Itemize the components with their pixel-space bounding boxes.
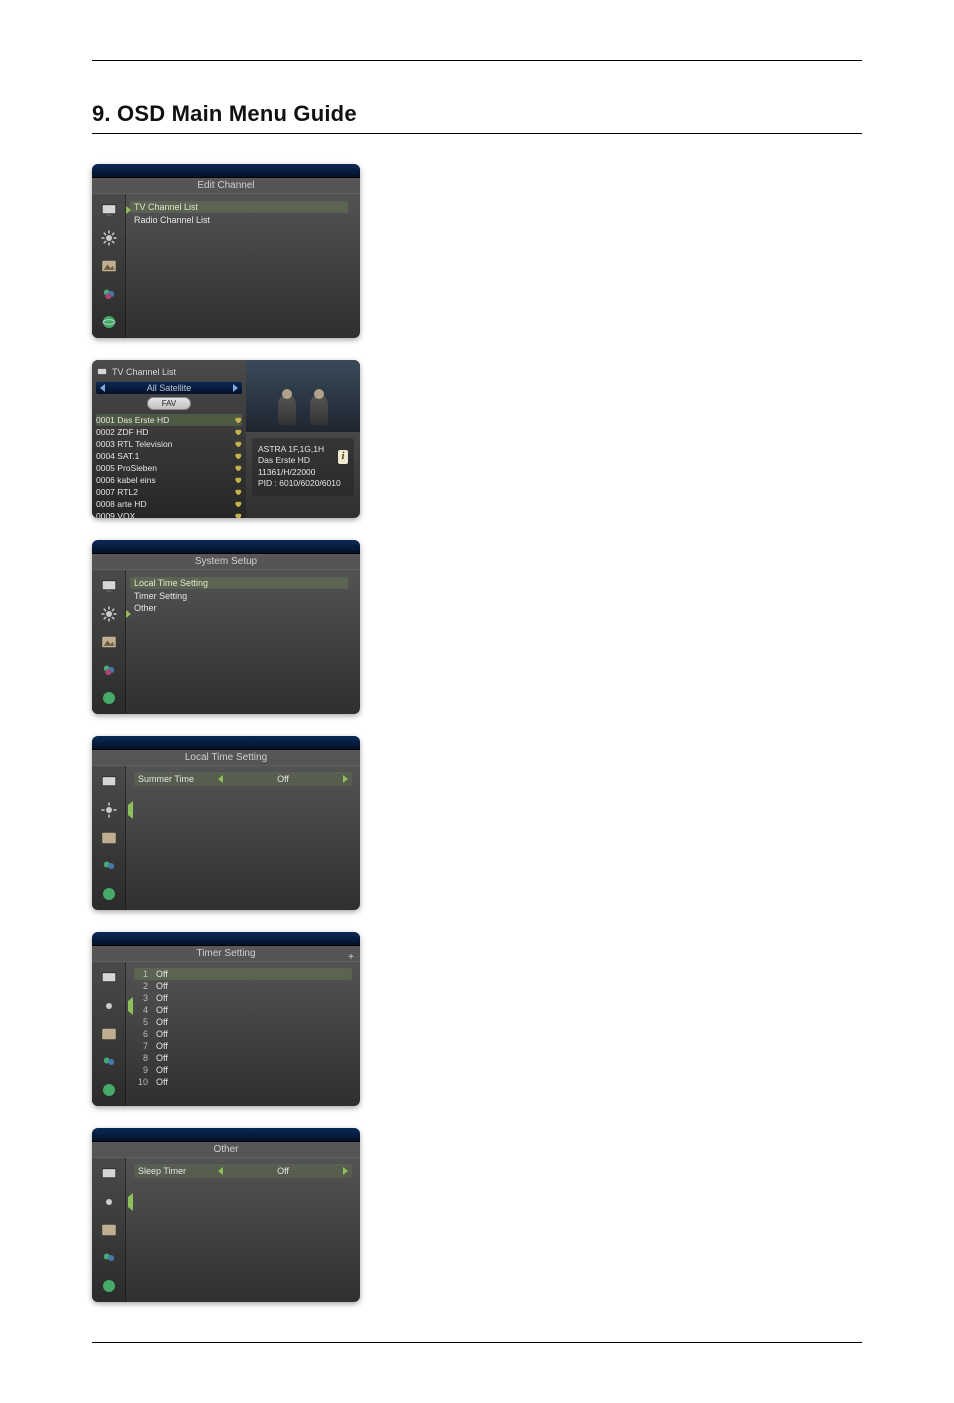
globe-icon — [99, 1276, 119, 1296]
back-pointer-icon — [128, 1193, 133, 1211]
screenshot-local-time-setting: Local Time Setting Summer Time Off — [92, 736, 360, 910]
globe-icon — [99, 884, 119, 904]
option-sleep-timer[interactable]: Sleep Timer Off — [134, 1164, 352, 1178]
picture-icon — [99, 828, 119, 848]
timer-row[interactable]: 5Off — [134, 1016, 352, 1028]
option-label: Summer Time — [138, 774, 212, 784]
heart-icon — [234, 440, 242, 448]
heart-icon — [234, 428, 242, 436]
info-pid: PID : 6010/6020/6010 — [258, 478, 348, 489]
option-value: Off — [229, 774, 337, 784]
preview-video — [246, 360, 360, 432]
globe-icon — [99, 1080, 119, 1100]
screenshot-caption: Edit Channel — [92, 178, 360, 194]
chevron-left-icon[interactable] — [218, 1167, 223, 1175]
option-summer-time[interactable]: Summer Time Off — [134, 772, 352, 786]
menu-item-other[interactable]: Other — [134, 602, 352, 614]
info-icon: i — [338, 450, 348, 464]
left-icon-rail — [92, 766, 126, 910]
channel-row[interactable]: 0008 arte HD — [96, 498, 242, 510]
timer-row[interactable]: 6Off — [134, 1028, 352, 1040]
option-value: Off — [229, 1166, 337, 1176]
globe-icon — [99, 312, 119, 332]
page-title: 9. OSD Main Menu Guide — [92, 101, 862, 127]
channel-row[interactable]: 0005 ProSieben — [96, 462, 242, 474]
screenshot-caption: System Setup — [92, 554, 360, 570]
timer-row[interactable]: 3Off — [134, 992, 352, 1004]
menu-item-radio-channel-list[interactable]: Radio Channel List — [134, 214, 352, 226]
back-pointer-icon — [128, 801, 133, 819]
menu-item-timer-setting[interactable]: Timer Setting — [134, 590, 352, 602]
channel-row[interactable]: 0006 kabel eins — [96, 474, 242, 486]
palette-icon — [99, 856, 119, 876]
channel-rows: 0001 Das Erste HD 0002 ZDF HD 0003 RTL T… — [96, 414, 242, 518]
plus-icon[interactable]: + — [348, 952, 354, 963]
timer-row[interactable]: 2Off — [134, 980, 352, 992]
chevron-right-icon[interactable] — [343, 1167, 348, 1175]
heart-icon — [234, 512, 242, 518]
heart-icon — [234, 416, 242, 424]
left-icon-rail — [92, 1158, 126, 1302]
channel-info-box: ASTRA 1F,1G,1H Das Erste HD 11361/H/2200… — [252, 438, 354, 496]
selected-pointer-icon — [126, 206, 131, 214]
channel-row[interactable]: 0002 ZDF HD — [96, 426, 242, 438]
timer-row[interactable]: 8Off — [134, 1052, 352, 1064]
tv-icon — [99, 200, 119, 220]
heart-icon — [234, 476, 242, 484]
channel-row[interactable]: 0001 Das Erste HD — [96, 414, 242, 426]
menu-item-tv-channel-list[interactable]: TV Channel List — [134, 200, 352, 214]
globe-icon — [99, 688, 119, 708]
screenshot-tv-channel-list: TV Channel List All Satellite FAV 0001 D… — [92, 360, 360, 518]
timer-row[interactable]: 10Off — [134, 1076, 352, 1088]
fav-pill[interactable]: FAV — [147, 397, 191, 410]
chevron-left-icon[interactable] — [218, 775, 223, 783]
screenshot-edit-channel: Edit Channel TV Channel List Radio Chann… — [92, 164, 360, 338]
screenshot-timer-setting: Timer Setting + 1Off 2Off 3Off 4Off 5Off… — [92, 932, 360, 1106]
back-pointer-icon — [128, 997, 133, 1015]
screenshot-caption: Other — [92, 1142, 360, 1158]
heart-icon — [234, 464, 242, 472]
chevron-right-icon[interactable] — [343, 775, 348, 783]
tv-icon — [99, 1164, 119, 1184]
tv-icon — [99, 576, 119, 596]
channel-row[interactable]: 0004 SAT.1 — [96, 450, 242, 462]
palette-icon — [99, 1052, 119, 1072]
timer-row[interactable]: 9Off — [134, 1064, 352, 1076]
gear-icon — [99, 228, 119, 248]
left-icon-rail — [92, 962, 126, 1106]
tv-icon — [99, 968, 119, 988]
gear-icon — [99, 604, 119, 624]
screenshot-system-setup: System Setup Local Time Setting Timer Se… — [92, 540, 360, 714]
channel-row[interactable]: 0007 RTL2 — [96, 486, 242, 498]
tv-icon — [99, 772, 119, 792]
screenshot-other: Other Sleep Timer Off — [92, 1128, 360, 1302]
picture-icon — [99, 632, 119, 652]
picture-icon — [99, 1220, 119, 1240]
palette-icon — [99, 284, 119, 304]
selected-pointer-icon — [126, 610, 131, 618]
screenshot-caption: Local Time Setting — [92, 750, 360, 766]
panel-title: TV Channel List — [96, 364, 242, 380]
picture-icon — [99, 256, 119, 276]
info-transponder: 11361/H/22000 — [258, 467, 348, 478]
menu-item-local-time-setting[interactable]: Local Time Setting — [134, 576, 352, 590]
left-icon-rail — [92, 570, 126, 714]
heart-icon — [234, 488, 242, 496]
channel-row[interactable]: 0003 RTL Television — [96, 438, 242, 450]
palette-icon — [99, 1248, 119, 1268]
info-channel: Das Erste HD — [258, 455, 348, 466]
palette-icon — [99, 660, 119, 680]
timer-row[interactable]: 4Off — [134, 1004, 352, 1016]
screenshot-caption: Timer Setting — [92, 946, 360, 962]
left-icon-rail — [92, 194, 126, 338]
timer-row[interactable]: 1Off — [134, 968, 352, 980]
info-satellite: ASTRA 1F,1G,1H — [258, 444, 348, 455]
heart-icon — [234, 500, 242, 508]
heart-icon — [234, 452, 242, 460]
picture-icon — [99, 1024, 119, 1044]
satellite-selector[interactable]: All Satellite — [96, 382, 242, 394]
timer-row[interactable]: 7Off — [134, 1040, 352, 1052]
option-label: Sleep Timer — [138, 1166, 212, 1176]
channel-row[interactable]: 0009 VOX — [96, 510, 242, 518]
